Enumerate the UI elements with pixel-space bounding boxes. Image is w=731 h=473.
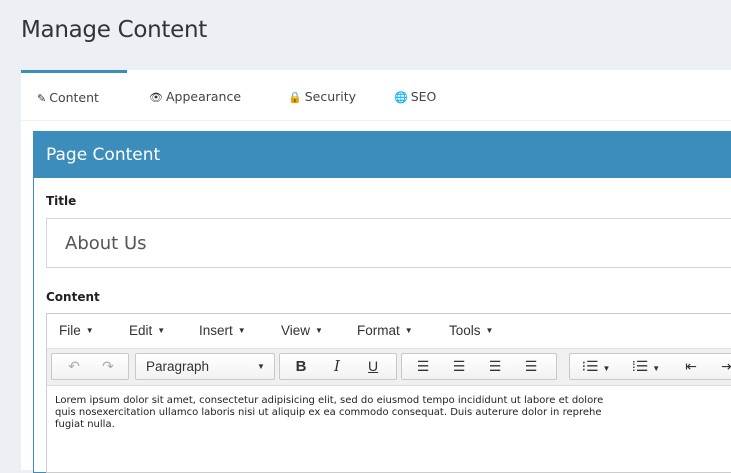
- numbered-list-icon[interactable]: ⁞☰ ▼: [624, 354, 668, 379]
- menu-view[interactable]: View ▼: [281, 314, 323, 348]
- editor-toolbar: ↶ ↷ Paragraph ▼ B I U ☰ ☰ ☰ ☰ ⁝☰ ▼ ⁞☰ ▼ …: [47, 349, 731, 386]
- content-label: Content: [46, 290, 100, 304]
- title-label: Title: [46, 194, 77, 208]
- list-group: ⁝☰ ▼ ⁞☰ ▼ ⇤ ⇥: [569, 353, 731, 380]
- page-title: Manage Content: [21, 17, 207, 43]
- content-line: Lorem ipsum dolor sit amet, consectetur …: [55, 395, 604, 406]
- caret-down-icon: ▼: [157, 326, 166, 336]
- caret-down-icon: ▼: [404, 326, 413, 336]
- bold-icon[interactable]: B: [286, 354, 316, 379]
- redo-icon[interactable]: ↷: [96, 354, 120, 379]
- caret-down-icon: ▼: [315, 326, 323, 336]
- caret-down-icon: ▼: [257, 362, 265, 371]
- tab-label: Appearance: [165, 89, 242, 104]
- menu-insert[interactable]: Insert ▼: [199, 314, 246, 348]
- globe-icon: 🌐: [394, 91, 408, 104]
- pencil-icon: ✎: [37, 92, 47, 105]
- tab-label: Content: [49, 90, 99, 105]
- tab-content[interactable]: ✎ Content: [21, 70, 127, 120]
- caret-down-icon: ▼: [85, 326, 94, 336]
- panel-heading: Page Content: [34, 132, 731, 178]
- menu-edit[interactable]: Edit ▼: [129, 314, 165, 348]
- tab-security[interactable]: 🔒 Security: [288, 70, 356, 120]
- outdent-icon[interactable]: ⇤: [674, 354, 708, 379]
- content-line: fugiat nulla.: [55, 419, 115, 430]
- tab-seo[interactable]: 🌐 SEO: [394, 70, 436, 120]
- tab-bar: ✎ Content 👁 Appearance 🔒 Security 🌐 SEO: [21, 70, 731, 121]
- align-left-icon[interactable]: ☰: [406, 354, 440, 379]
- lock-icon: 🔒: [288, 91, 302, 104]
- underline-icon[interactable]: U: [358, 354, 388, 379]
- tab-label: SEO: [410, 89, 437, 104]
- content-box: ✎ Content 👁 Appearance 🔒 Security 🌐 SEO Page…: [21, 70, 731, 473]
- align-center-icon[interactable]: ☰: [442, 354, 476, 379]
- indent-icon[interactable]: ⇥: [710, 354, 731, 379]
- page-content-panel: Page Content Title Content File▼ Edit▼ I…: [33, 131, 731, 473]
- undo-icon[interactable]: ↶: [62, 354, 86, 379]
- tab-label: Security: [304, 89, 357, 104]
- content-line: quis nosexercitation ullamco laboris nis…: [55, 407, 602, 418]
- menu-tools[interactable]: Tools ▼: [449, 314, 493, 348]
- caret-down-icon: ▼: [485, 326, 494, 336]
- italic-icon[interactable]: I: [322, 354, 352, 379]
- align-right-icon[interactable]: ☰: [478, 354, 512, 379]
- editor-content-area[interactable]: Lorem ipsum dolor sit amet, consectetur …: [55, 395, 731, 431]
- tab-appearance[interactable]: 👁 Appearance: [149, 70, 241, 120]
- caret-down-icon: ▼: [237, 326, 246, 336]
- alignment-group: ☰ ☰ ☰ ☰: [401, 353, 557, 380]
- text-style-group: B I U: [279, 353, 397, 380]
- format-select-value: Paragraph: [146, 359, 210, 374]
- format-select[interactable]: Paragraph ▼: [135, 353, 275, 380]
- menu-file[interactable]: File ▼: [59, 314, 94, 348]
- history-group: ↶ ↷: [51, 353, 129, 380]
- eye-icon: 👁: [149, 91, 163, 104]
- menu-format[interactable]: Format ▼: [357, 314, 413, 348]
- bullet-list-icon[interactable]: ⁝☰ ▼: [574, 354, 618, 379]
- rich-text-editor: File ▼ Edit ▼ Insert ▼ View ▼ Format ▼ Tools ▼…: [46, 313, 731, 473]
- align-justify-icon[interactable]: ☰: [514, 354, 548, 379]
- editor-menubar: File ▼ Edit ▼ Insert ▼ View ▼ Format ▼ Tools ▼: [47, 314, 731, 349]
- title-input[interactable]: [46, 218, 731, 268]
